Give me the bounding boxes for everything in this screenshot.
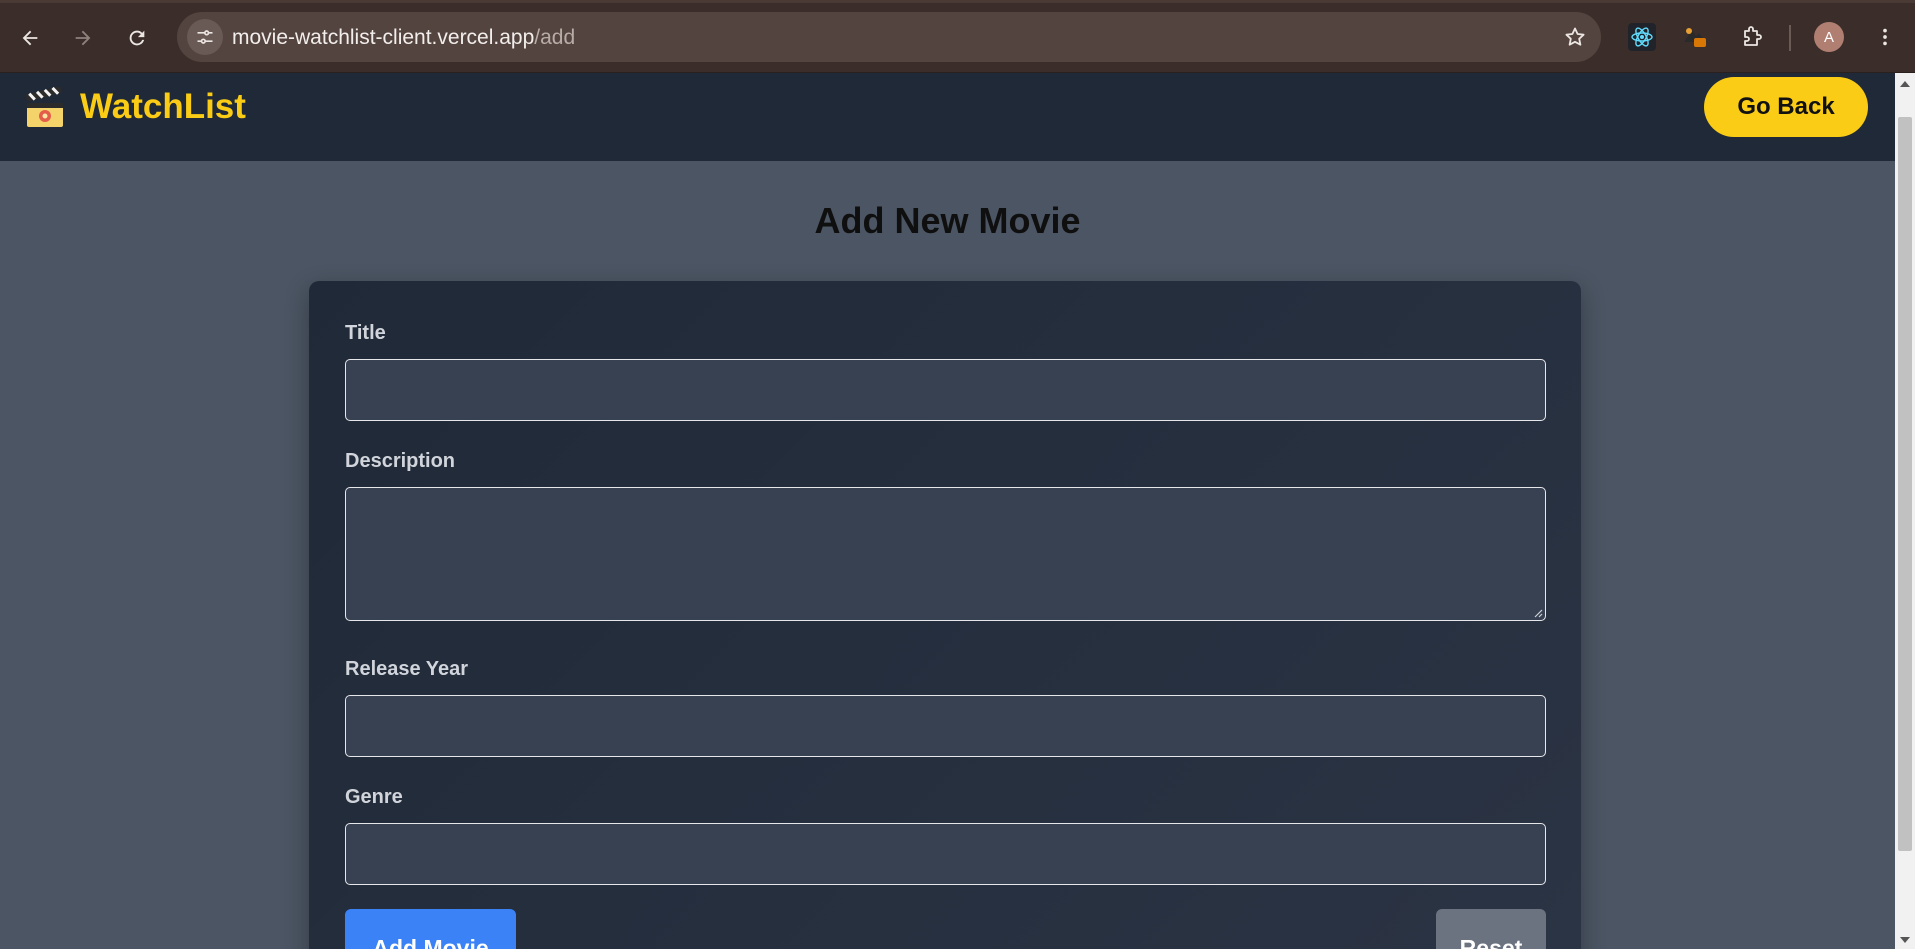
- profile-avatar[interactable]: A: [1814, 22, 1844, 52]
- page-title: Add New Movie: [814, 200, 1081, 241]
- page-scrollbar[interactable]: [1895, 73, 1915, 949]
- bookmark-button[interactable]: [1563, 25, 1587, 54]
- scroll-thumb[interactable]: [1898, 117, 1912, 851]
- toolbar-separator: [1789, 25, 1791, 51]
- url-text: movie-watchlist-client.vercel.app/add: [232, 26, 575, 50]
- react-icon: [1628, 23, 1656, 51]
- react-devtools-extension[interactable]: [1623, 18, 1661, 56]
- release-year-input[interactable]: [345, 695, 1546, 757]
- extension-icon: [1684, 28, 1706, 47]
- star-icon: [1565, 27, 1585, 46]
- app-header: WatchList Go Back: [0, 73, 1895, 161]
- back-button[interactable]: [10, 18, 50, 58]
- address-bar[interactable]: movie-watchlist-client.vercel.app/add: [177, 12, 1601, 62]
- title-input[interactable]: [345, 359, 1546, 421]
- reload-icon: [129, 30, 145, 46]
- scroll-up-arrow-icon[interactable]: [1900, 81, 1910, 87]
- app-title[interactable]: WatchList: [80, 87, 246, 127]
- title-label: Title: [345, 322, 386, 344]
- browser-menu-button[interactable]: [1866, 18, 1904, 56]
- scroll-down-arrow-icon[interactable]: [1900, 937, 1910, 943]
- resize-handle-icon[interactable]: [1533, 608, 1543, 618]
- extensions-menu-button[interactable]: [1732, 18, 1770, 56]
- arrow-right-icon: [75, 30, 91, 46]
- site-info-button[interactable]: [187, 19, 223, 55]
- clapperboard-icon: [24, 85, 66, 129]
- tune-icon: [197, 30, 213, 44]
- url-host: movie-watchlist-client.vercel.app: [232, 26, 535, 49]
- url-path: /add: [534, 26, 576, 49]
- description-textarea[interactable]: [345, 487, 1546, 621]
- go-back-button[interactable]: Go Back: [1704, 77, 1868, 137]
- reload-button[interactable]: [117, 18, 157, 58]
- release-year-label: Release Year: [345, 658, 469, 680]
- browser-toolbar: movie-watchlist-client.vercel.app/add A: [0, 0, 1915, 73]
- add-movie-form: Title Description Release Year Genre Add…: [309, 281, 1581, 949]
- description-label: Description: [345, 450, 456, 472]
- extension-button[interactable]: [1676, 18, 1714, 56]
- forward-button[interactable]: [63, 18, 103, 58]
- arrow-left-icon: [22, 30, 38, 46]
- puzzle-icon: [1744, 26, 1762, 46]
- tab-strip-edge: [0, 0, 1915, 3]
- genre-label: Genre: [345, 786, 403, 808]
- reset-button[interactable]: Reset: [1436, 909, 1546, 949]
- genre-input[interactable]: [345, 823, 1546, 885]
- add-movie-button[interactable]: Add Movie: [345, 909, 516, 949]
- more-vertical-icon: [1883, 28, 1887, 46]
